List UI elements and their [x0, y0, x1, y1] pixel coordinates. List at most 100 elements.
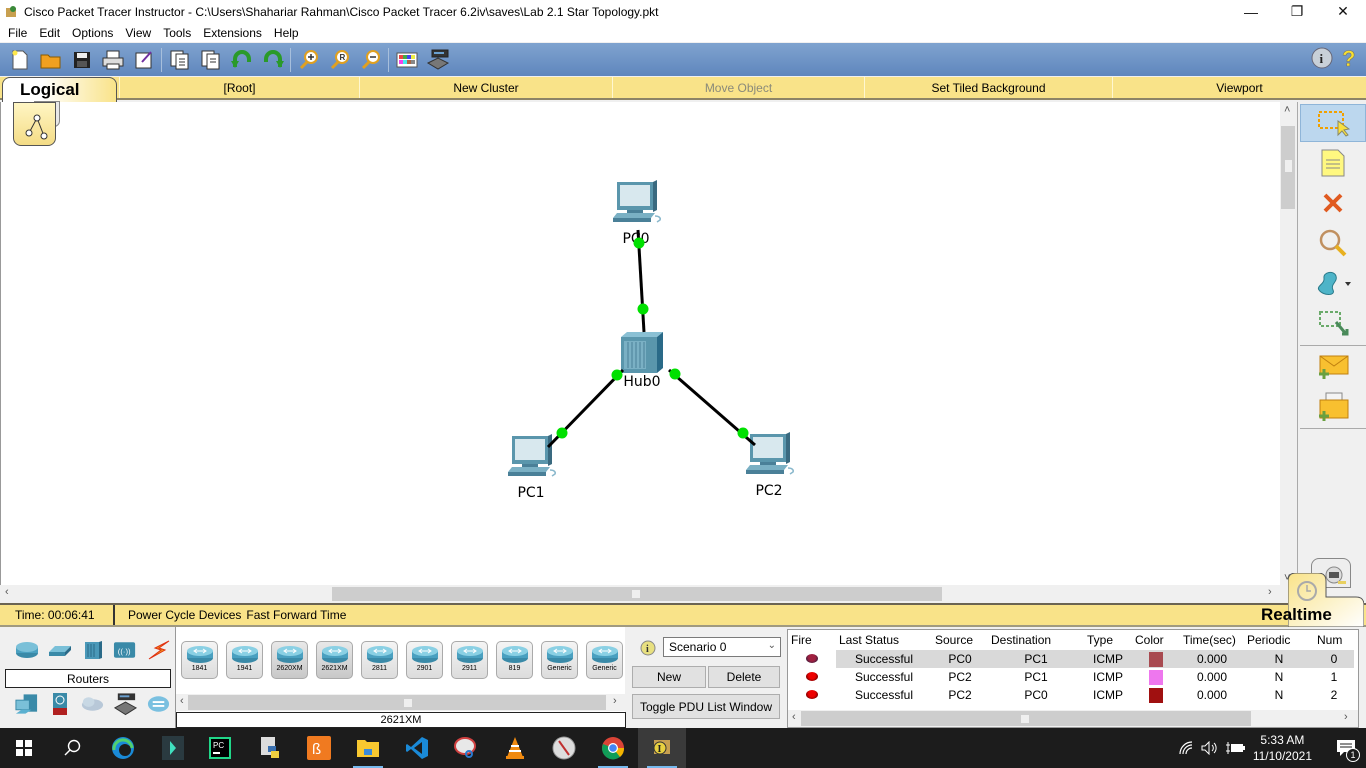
taskbar-file-explorer[interactable] — [344, 728, 392, 768]
start-button[interactable] — [0, 728, 48, 768]
root-button[interactable]: [Root] — [120, 77, 360, 98]
redo-button[interactable] — [257, 46, 288, 74]
pdu-row[interactable]: Successful PC2 PC1 ICMP 0.000 N 1 — [788, 668, 1354, 686]
delete-scenario-button[interactable]: Delete — [708, 666, 780, 688]
new-cluster-button[interactable]: New Cluster — [360, 77, 613, 98]
save-button[interactable] — [66, 46, 97, 74]
taskbar-chrome[interactable] — [589, 728, 637, 768]
undo-button[interactable] — [226, 46, 257, 74]
scroll-right-icon[interactable]: › — [1268, 586, 1272, 598]
zoom-in-button[interactable] — [293, 46, 324, 74]
col-destination[interactable]: Destination — [988, 630, 1084, 650]
switches-category[interactable] — [47, 639, 72, 661]
menu-edit[interactable]: Edit — [33, 26, 66, 40]
menu-file[interactable]: File — [2, 26, 33, 40]
fire-button-icon[interactable] — [806, 672, 818, 681]
col-last-status[interactable]: Last Status — [836, 630, 932, 650]
new-button[interactable] — [4, 46, 35, 74]
device-model-item[interactable]: 2621XM — [316, 641, 353, 679]
device-list-scroll-thumb[interactable] — [188, 695, 606, 710]
custom-devices-category[interactable] — [113, 693, 138, 716]
help-icon[interactable]: ? — [1340, 46, 1358, 70]
col-fire[interactable]: Fire — [788, 630, 836, 650]
scroll-left-icon[interactable]: ‹ — [180, 695, 184, 707]
fast-forward-time-button[interactable]: Fast Forward Time — [246, 608, 346, 622]
paste-button[interactable] — [195, 46, 226, 74]
device-model-item[interactable]: Generic — [586, 641, 623, 679]
logical-workspace-canvas[interactable]: PC0 Hub0 PC1 PC2 — [0, 102, 1281, 585]
device-model-item[interactable]: Generic — [541, 641, 578, 679]
palette-button[interactable] — [391, 46, 422, 74]
print-button[interactable] — [97, 46, 128, 74]
device-model-item[interactable]: 2620XM — [271, 641, 308, 679]
fire-cell[interactable] — [788, 668, 836, 686]
taskbar-snipping-tool[interactable] — [442, 728, 490, 768]
taskbar-pycharm[interactable]: PC — [196, 728, 244, 768]
horizontal-scroll-thumb[interactable] — [332, 587, 942, 601]
taskbar-filmora[interactable] — [149, 728, 197, 768]
device-model-item[interactable]: 2911 — [451, 641, 488, 679]
select-tool[interactable] — [1300, 104, 1366, 142]
logical-physical-toggle[interactable] — [13, 102, 56, 146]
taskbar-xampp[interactable]: ß — [295, 728, 343, 768]
routers-category[interactable] — [14, 639, 39, 661]
wan-emulation-category[interactable] — [80, 693, 105, 715]
taskbar-compass[interactable] — [540, 728, 588, 768]
col-time[interactable]: Time(sec) — [1180, 630, 1244, 650]
scenario-info-icon[interactable]: i — [640, 640, 656, 656]
scroll-right-icon[interactable]: › — [1344, 711, 1348, 723]
canvas-vertical-scrollbar[interactable]: ˄ ˅ — [1280, 102, 1296, 588]
wifi-icon[interactable] — [1179, 741, 1195, 755]
pdu-row[interactable]: Successful PC0 PC1 ICMP 0.000 N 0 — [788, 650, 1354, 668]
zoom-reset-button[interactable]: R — [324, 46, 355, 74]
taskbar-vscode[interactable] — [393, 728, 441, 768]
wireless-category[interactable]: ((·)) — [113, 639, 138, 661]
multiuser-category[interactable] — [146, 693, 171, 715]
device-model-item[interactable]: 2901 — [406, 641, 443, 679]
col-periodic[interactable]: Periodic — [1244, 630, 1314, 650]
menu-help[interactable]: Help — [268, 26, 305, 40]
info-icon[interactable]: i — [1310, 46, 1334, 70]
menu-view[interactable]: View — [119, 26, 157, 40]
copy-button[interactable] — [164, 46, 195, 74]
volume-icon[interactable] — [1201, 741, 1219, 755]
maximize-button[interactable]: ❐ — [1274, 0, 1320, 23]
hubs-category[interactable] — [80, 639, 105, 661]
device-pc1[interactable]: PC1 — [508, 434, 556, 501]
add-complex-pdu-tool[interactable] — [1300, 388, 1366, 426]
taskbar-clock[interactable]: 5:33 AM 11/10/2021 — [1253, 732, 1312, 764]
search-button[interactable] — [48, 728, 96, 768]
col-num[interactable]: Num — [1314, 630, 1354, 650]
fire-button-icon[interactable] — [806, 654, 818, 663]
menu-tools[interactable]: Tools — [157, 26, 197, 40]
new-scenario-button[interactable]: New — [632, 666, 706, 688]
scroll-left-icon[interactable]: ‹ — [792, 711, 796, 723]
taskbar-python-idle[interactable] — [246, 728, 294, 768]
battery-icon[interactable] — [1225, 741, 1245, 755]
zoom-out-button[interactable] — [355, 46, 386, 74]
custom-device-button[interactable] — [422, 46, 453, 74]
scroll-up-icon[interactable]: ˄ — [1284, 104, 1290, 116]
minimize-button[interactable]: — — [1228, 0, 1274, 23]
taskbar-edge[interactable] — [99, 728, 147, 768]
move-object-button[interactable]: Move Object — [613, 77, 865, 98]
open-button[interactable] — [35, 46, 66, 74]
fire-cell[interactable] — [788, 686, 836, 704]
pdu-list-scrollbar[interactable]: ‹ › — [788, 710, 1358, 727]
taskbar-packet-tracer[interactable]: I — [638, 728, 686, 768]
draw-shape-tool[interactable] — [1300, 264, 1366, 302]
device-model-item[interactable]: 1841 — [181, 641, 218, 679]
scroll-right-icon[interactable]: › — [613, 695, 617, 707]
security-category[interactable] — [47, 693, 72, 715]
end-devices-category[interactable] — [14, 693, 39, 715]
taskbar-vlc[interactable] — [491, 728, 539, 768]
device-model-item[interactable]: 819 — [496, 641, 533, 679]
notification-center-button[interactable]: 1 — [1326, 728, 1366, 768]
close-button[interactable]: ✕ — [1320, 0, 1366, 23]
set-tiled-background-button[interactable]: Set Tiled Background — [865, 77, 1113, 98]
device-model-item[interactable]: 1941 — [226, 641, 263, 679]
logical-tab[interactable]: Logical — [2, 77, 122, 103]
scroll-left-icon[interactable]: ‹ — [5, 586, 9, 598]
activity-wizard-button[interactable] — [128, 46, 159, 74]
device-list-scrollbar[interactable]: ‹ › — [176, 694, 626, 711]
